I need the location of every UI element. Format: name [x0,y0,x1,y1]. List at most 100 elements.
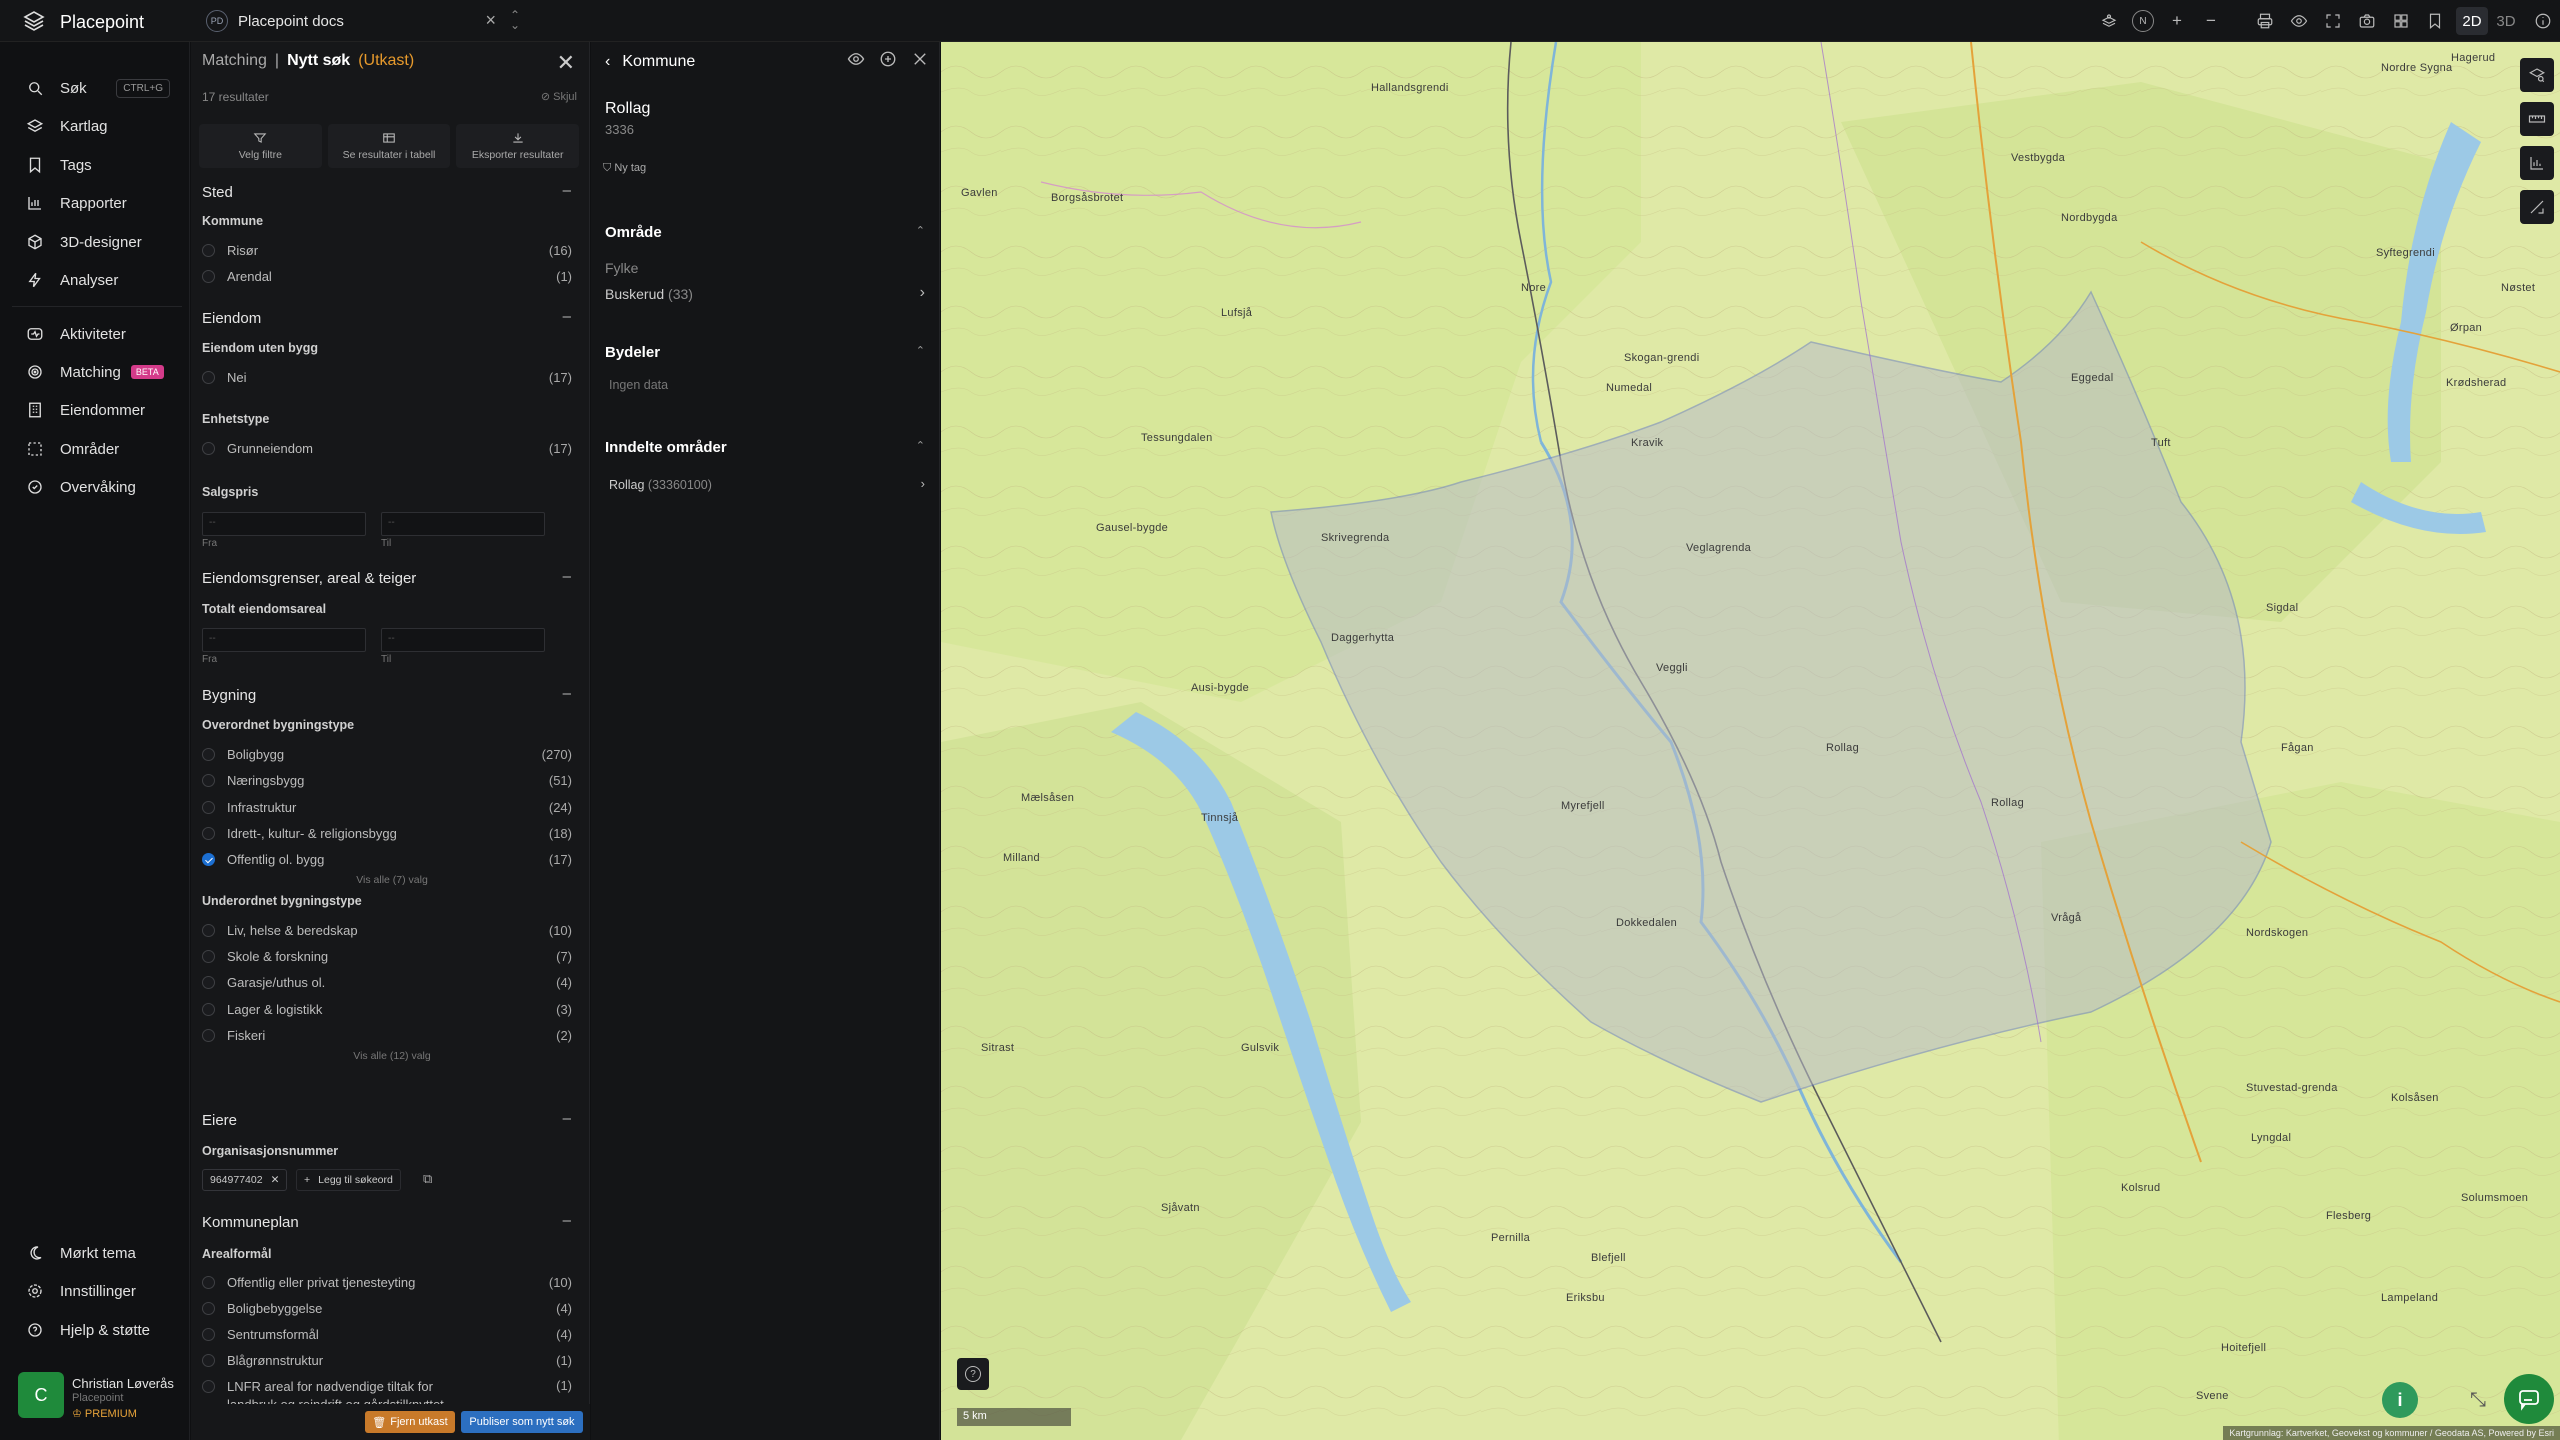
option-offentlig[interactable]: Offentlig ol. bygg (17) [202,849,572,869]
sidebar-item-analyser[interactable]: Analyser [0,262,190,298]
tools-button[interactable] [2520,190,2554,224]
section-eiendom[interactable]: Eiendom – [202,308,577,327]
checkbox[interactable] [202,773,215,787]
checkbox-checked[interactable] [202,852,215,866]
sidebar-item-aktiviteter[interactable]: Aktiviteter [0,316,190,352]
sidebar-item-eiendommer[interactable]: Eiendommer [0,392,190,428]
sidebar-item-search[interactable]: Søk CTRL+G [0,70,190,106]
option-skole[interactable]: Skole & forskning (7) [202,946,572,966]
section-omrade[interactable]: Område ⌃ [605,224,925,241]
option-liv-helse[interactable]: Liv, helse & beredskap (10) [202,920,572,940]
option-naeringsbygg[interactable]: Næringsbygg (51) [202,770,572,790]
eye-icon[interactable] [847,50,865,73]
brand[interactable]: Placepoint [22,10,144,34]
checkbox[interactable] [202,949,215,963]
workspace-selector[interactable]: PD Placepoint docs × ⌃ ⌄ [206,6,530,36]
checkbox[interactable] [202,1353,215,1367]
checkbox[interactable] [202,975,215,989]
sidebar-item-kartlag[interactable]: Kartlag [0,108,190,144]
collapse-icon[interactable]: – [563,1212,571,1229]
chevron-up-icon[interactable]: ⌃ [916,344,925,357]
checkbox[interactable] [202,1380,215,1393]
checkbox[interactable] [202,1028,215,1042]
collapse-icon[interactable]: – [563,568,571,585]
option-blagronnstruktur[interactable]: Blågrønnstruktur (1) [202,1350,572,1370]
checkbox[interactable] [202,370,215,384]
view-table-button[interactable]: Se resultater i tabell [327,124,451,168]
checkbox[interactable] [202,269,215,283]
mode-3d-button[interactable]: 3D [2490,7,2522,35]
compass-button[interactable]: N [2126,0,2160,42]
salgspris-to-input[interactable]: -- [381,512,545,536]
option-nei[interactable]: Nei (17) [202,367,572,387]
fylke-row[interactable]: Buskerud (33) › [605,284,925,302]
new-tag-button[interactable]: ⛉ Ny tag [603,162,646,175]
add-keyword-button[interactable]: + Legg til søkeord [296,1169,401,1191]
camera-icon[interactable] [2350,0,2384,42]
checkbox[interactable] [202,826,215,840]
chevron-updown-icon[interactable]: ⌃ ⌄ [510,9,520,31]
sidebar-item-tags[interactable]: Tags [0,147,190,183]
close-icon[interactable] [911,50,929,73]
show-all-link[interactable]: Vis alle (7) valg [202,874,582,886]
checkbox[interactable] [202,800,215,814]
collapse-icon[interactable]: – [563,685,571,702]
checkbox[interactable] [202,441,215,455]
close-icon[interactable]: ✕ [557,50,575,76]
measure-button[interactable] [2520,102,2554,136]
back-icon[interactable]: ‹ [605,53,610,71]
chevron-up-icon[interactable]: ⌃ [916,224,925,237]
section-grenser[interactable]: Eiendomsgrenser, areal & teiger – [202,568,577,587]
add-circle-icon[interactable] [879,50,897,73]
hide-button[interactable]: ⊘ Skjul [541,90,577,103]
fullscreen-icon[interactable] [2316,0,2350,42]
sidebar-item-settings[interactable]: Innstillinger [0,1273,190,1309]
info-fab-icon[interactable]: i [2382,1382,2418,1418]
sidebar-item-help[interactable]: Hjelp & støtte [0,1312,190,1348]
collapse-icon[interactable]: – [563,308,571,325]
zoom-in-icon[interactable]: + [2160,0,2194,42]
section-sted[interactable]: Sted – [202,182,577,201]
checkbox[interactable] [202,923,215,937]
bookmark-icon[interactable] [2418,0,2452,42]
sidebar-item-matching[interactable]: Matching BETA [0,354,190,390]
show-all-link[interactable]: Vis alle (12) valg [202,1050,582,1062]
map-canvas[interactable]: Nordre Sygna Hallandsgrendi Gavlen Borgsåsb… [941,42,2560,1440]
section-bygning[interactable]: Bygning – [202,685,577,704]
section-inndelte[interactable]: Inndelte områder ⌃ [605,439,925,456]
areal-from-input[interactable]: -- [202,628,366,652]
chevron-up-icon[interactable]: ⌃ [916,439,925,452]
sidebar-item-3d-designer[interactable]: 3D-designer [0,224,190,260]
checkbox[interactable] [202,1327,215,1341]
remove-draft-button[interactable]: 🗑 Fjern utkast [365,1411,455,1433]
section-bydeler[interactable]: Bydeler ⌃ [605,344,925,361]
areal-to-input[interactable]: -- [381,628,545,652]
option-sentrumsformal[interactable]: Sentrumsformål (4) [202,1324,572,1344]
section-eiere[interactable]: Eiere – [202,1110,577,1129]
clear-workspace-icon[interactable]: × [485,10,496,31]
zoom-out-icon[interactable]: − [2194,0,2228,42]
option-boligbebyggelse[interactable]: Boligbebyggelse (4) [202,1298,572,1318]
option-arendal[interactable]: Arendal (1) [202,266,572,286]
info-icon[interactable] [2526,0,2560,42]
eye-icon[interactable] [2282,0,2316,42]
option-offentlig-tjenesteyting[interactable]: Offentlig eller privat tjenesteyting (10) [202,1272,572,1292]
mode-2d-button[interactable]: 2D [2456,7,2488,35]
option-idrett[interactable]: Idrett-, kultur- & religionsbygg (18) [202,823,572,843]
print-icon[interactable] [2248,0,2282,42]
checkbox[interactable] [202,1002,215,1016]
option-fiskeri[interactable]: Fiskeri (2) [202,1025,572,1045]
option-grunneiendom[interactable]: Grunneiendom (17) [202,438,572,458]
sidebar-item-dark-theme[interactable]: Mørkt tema [0,1235,190,1271]
sidebar-item-overvaking[interactable]: Overvåking [0,469,190,505]
layers-3d-icon[interactable] [2092,0,2126,42]
option-infrastruktur[interactable]: Infrastruktur (24) [202,797,572,817]
org-number-chip[interactable]: 964977402 ✕ [202,1169,288,1191]
inndelt-item[interactable]: Rollag (33360100) › [609,476,925,492]
breadcrumb-matching[interactable]: Matching [202,52,267,70]
map-help-button[interactable]: ? [957,1358,989,1390]
option-boligbygg[interactable]: Boligbygg (270) [202,744,572,764]
sidebar-item-rapporter[interactable]: Rapporter [0,185,190,221]
collapse-icon[interactable]: – [563,182,571,199]
checkbox[interactable] [202,1301,215,1315]
